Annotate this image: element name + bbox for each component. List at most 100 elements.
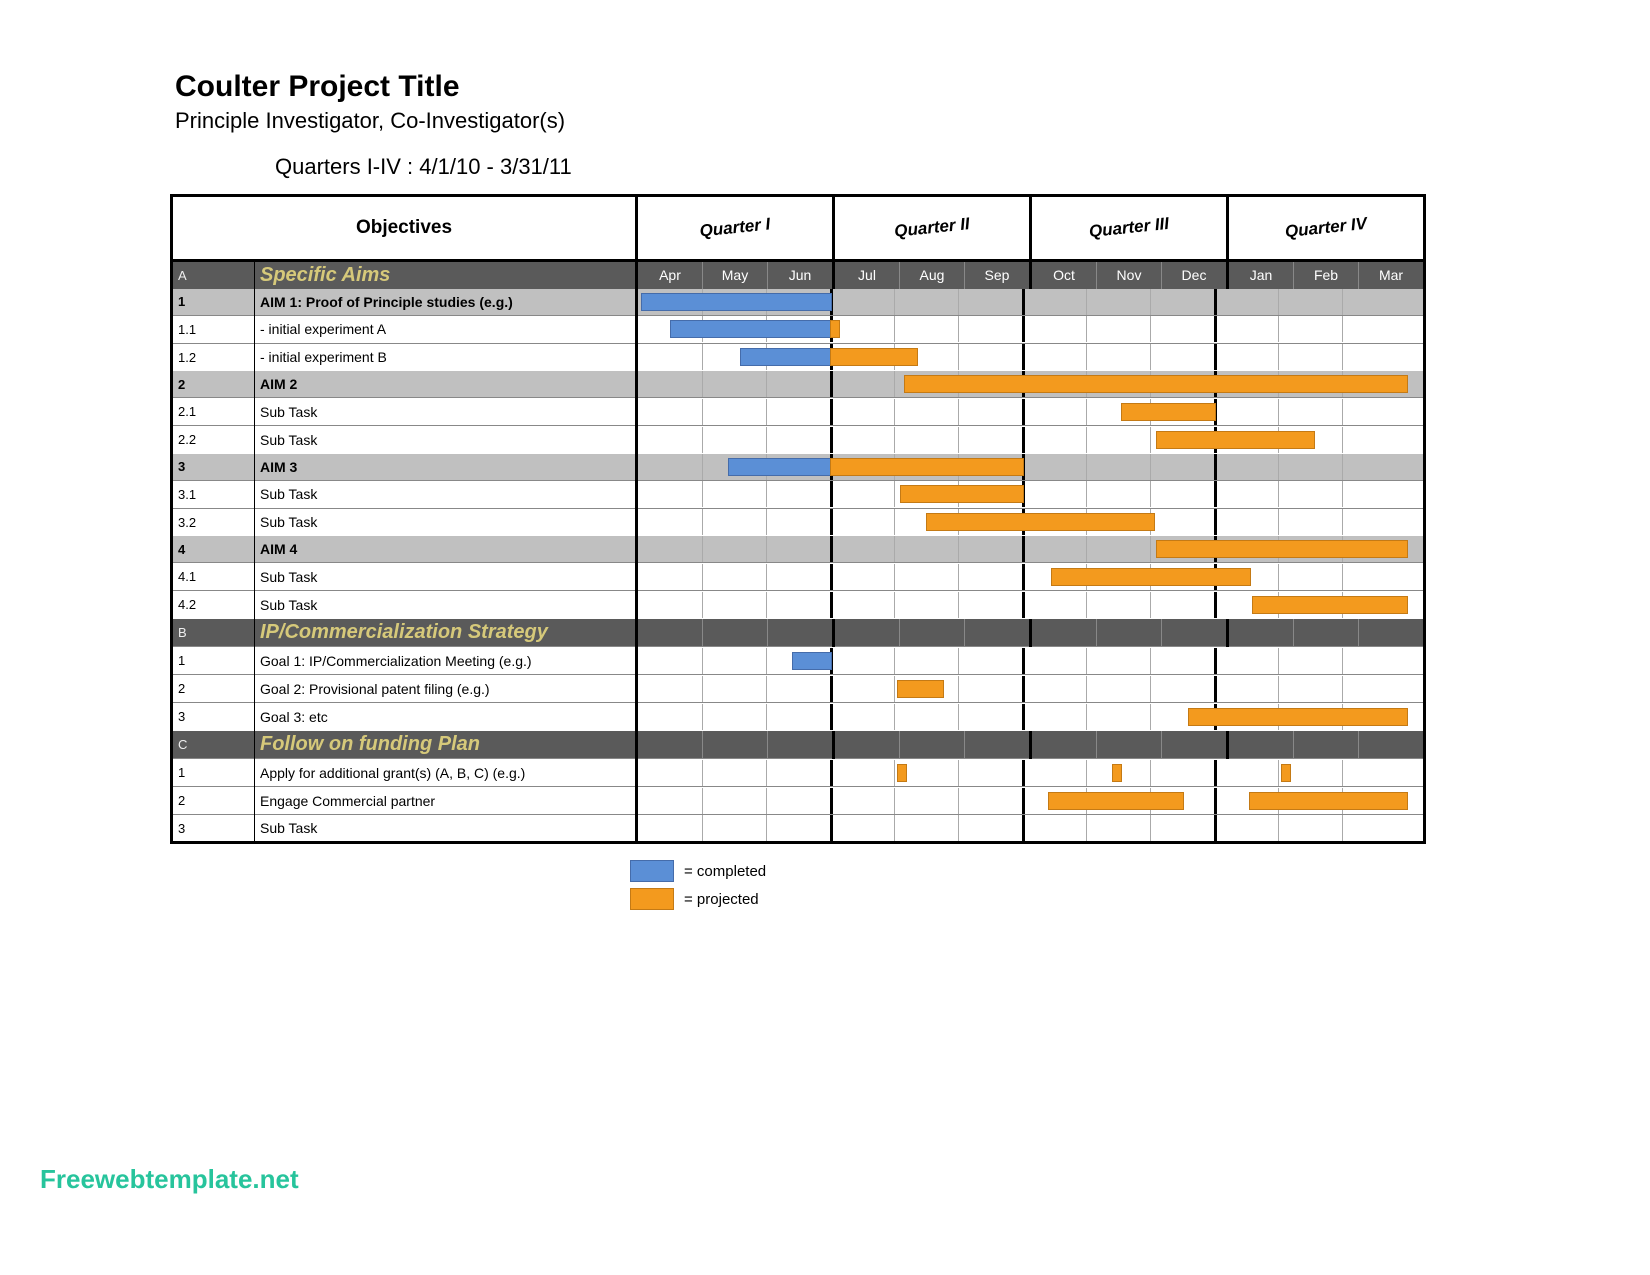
month-header: [768, 619, 834, 647]
gantt-bar-orange: [1249, 792, 1408, 810]
gantt-table: ObjectivesQuarter IQuarter IIQuarter III…: [170, 194, 1426, 844]
task-row: 3 Goal 3: etc: [172, 703, 1425, 731]
section-id: A: [172, 261, 255, 289]
gantt-bar-orange: [1048, 792, 1184, 810]
quarter-header: Quarter I: [637, 196, 834, 261]
gantt-track: [637, 536, 1425, 563]
legend-swatch-projected: [630, 888, 674, 910]
row-id: 2.1: [172, 398, 255, 426]
month-header: Jan: [1228, 261, 1294, 289]
row-id: 4.1: [172, 563, 255, 591]
month-header: [1031, 731, 1097, 759]
month-header: [768, 731, 834, 759]
month-header: [1097, 731, 1162, 759]
gantt-bar-orange: [897, 680, 944, 698]
month-header: [834, 731, 900, 759]
gantt-bar-blue: [670, 320, 832, 338]
month-header: [703, 619, 768, 647]
date-range: Quarters I-IV : 4/1/10 - 3/31/11: [275, 154, 1650, 180]
task-row: 1.2 - initial experiment B: [172, 343, 1425, 371]
gantt-bar-orange: [1156, 431, 1315, 449]
gantt-bar-orange: [897, 764, 907, 782]
section-row: B IP/Commercialization Strategy: [172, 619, 1425, 647]
gantt-track: [637, 703, 1425, 731]
task-row: 3.1 Sub Task: [172, 480, 1425, 508]
row-label: AIM 2: [255, 371, 637, 398]
gantt-track: [637, 398, 1425, 426]
objectives-header: Objectives: [172, 196, 637, 261]
month-header: Nov: [1097, 261, 1162, 289]
row-label: Apply for additional grant(s) (A, B, C) …: [255, 759, 637, 787]
month-header: [637, 619, 703, 647]
row-label: Goal 1: IP/Commercialization Meeting (e.…: [255, 647, 637, 675]
row-id: 1.2: [172, 343, 255, 371]
month-header: [1294, 619, 1359, 647]
task-row: 1 Apply for additional grant(s) (A, B, C…: [172, 759, 1425, 787]
legend-swatch-completed: [630, 860, 674, 882]
gantt-bar-orange: [1281, 764, 1291, 782]
row-id: 1.1: [172, 315, 255, 343]
month-header: Jul: [834, 261, 900, 289]
row-label: Engage Commercial partner: [255, 787, 637, 815]
page-title: Coulter Project Title: [175, 70, 1650, 104]
section-label: IP/Commercialization Strategy: [255, 619, 637, 647]
task-row: 3 Sub Task: [172, 815, 1425, 843]
gantt-track: [637, 675, 1425, 703]
task-row: 2.2 Sub Task: [172, 426, 1425, 454]
month-header: Apr: [637, 261, 703, 289]
month-header: [900, 731, 965, 759]
month-header: [1359, 619, 1425, 647]
gantt-bar-orange: [1188, 708, 1408, 726]
task-row: 2 Goal 2: Provisional patent filing (e.g…: [172, 675, 1425, 703]
month-header: [1162, 731, 1228, 759]
month-header: May: [703, 261, 768, 289]
row-id: 4.2: [172, 591, 255, 619]
row-id: 1: [172, 289, 255, 316]
gantt-track: [637, 591, 1425, 619]
task-row: 1 Goal 1: IP/Commercialization Meeting (…: [172, 647, 1425, 675]
row-id: 3: [172, 703, 255, 731]
quarter-header: Quarter IV: [1228, 196, 1425, 261]
section-id: B: [172, 619, 255, 647]
gantt-bar-orange: [1121, 403, 1216, 421]
gantt-bar-orange: [904, 375, 1408, 393]
row-label: Sub Task: [255, 508, 637, 536]
legend: = completed = projected: [630, 860, 1650, 910]
legend-label-completed: = completed: [684, 863, 766, 880]
gantt-track: [637, 563, 1425, 591]
month-header: [1359, 731, 1425, 759]
gantt-track: [637, 343, 1425, 371]
row-id: 1: [172, 759, 255, 787]
month-header: [1294, 731, 1359, 759]
row-label: Goal 2: Provisional patent filing (e.g.): [255, 675, 637, 703]
row-label: Sub Task: [255, 563, 637, 591]
row-label: Sub Task: [255, 480, 637, 508]
month-header: Oct: [1031, 261, 1097, 289]
row-id: 2: [172, 371, 255, 398]
gantt-track: [637, 371, 1425, 398]
aim-row: 2 AIM 2: [172, 371, 1425, 398]
gantt-bar-orange: [1156, 540, 1408, 558]
gantt-track: [637, 426, 1425, 454]
row-label: - initial experiment A: [255, 315, 637, 343]
month-header: [834, 619, 900, 647]
section-row: A Specific AimsAprMayJunJulAugSepOctNovD…: [172, 261, 1425, 289]
section-label: Specific Aims: [255, 261, 637, 289]
row-label: AIM 3: [255, 454, 637, 481]
row-id: 2.2: [172, 426, 255, 454]
gantt-track: [637, 480, 1425, 508]
gantt-bar-orange: [1252, 596, 1408, 614]
gantt-track: [637, 289, 1425, 316]
month-header: [965, 619, 1031, 647]
month-header: Dec: [1162, 261, 1228, 289]
gantt-track: [637, 454, 1425, 481]
month-header: [1031, 619, 1097, 647]
page-subtitle: Principle Investigator, Co-Investigator(…: [175, 108, 1650, 134]
gantt-bar-orange: [926, 513, 1155, 531]
aim-row: 1 AIM 1: Proof of Principle studies (e.g…: [172, 289, 1425, 316]
gantt-bar-orange: [830, 458, 1024, 476]
task-row: 2.1 Sub Task: [172, 398, 1425, 426]
row-label: Sub Task: [255, 398, 637, 426]
task-row: 3.2 Sub Task: [172, 508, 1425, 536]
row-label: Goal 3: etc: [255, 703, 637, 731]
